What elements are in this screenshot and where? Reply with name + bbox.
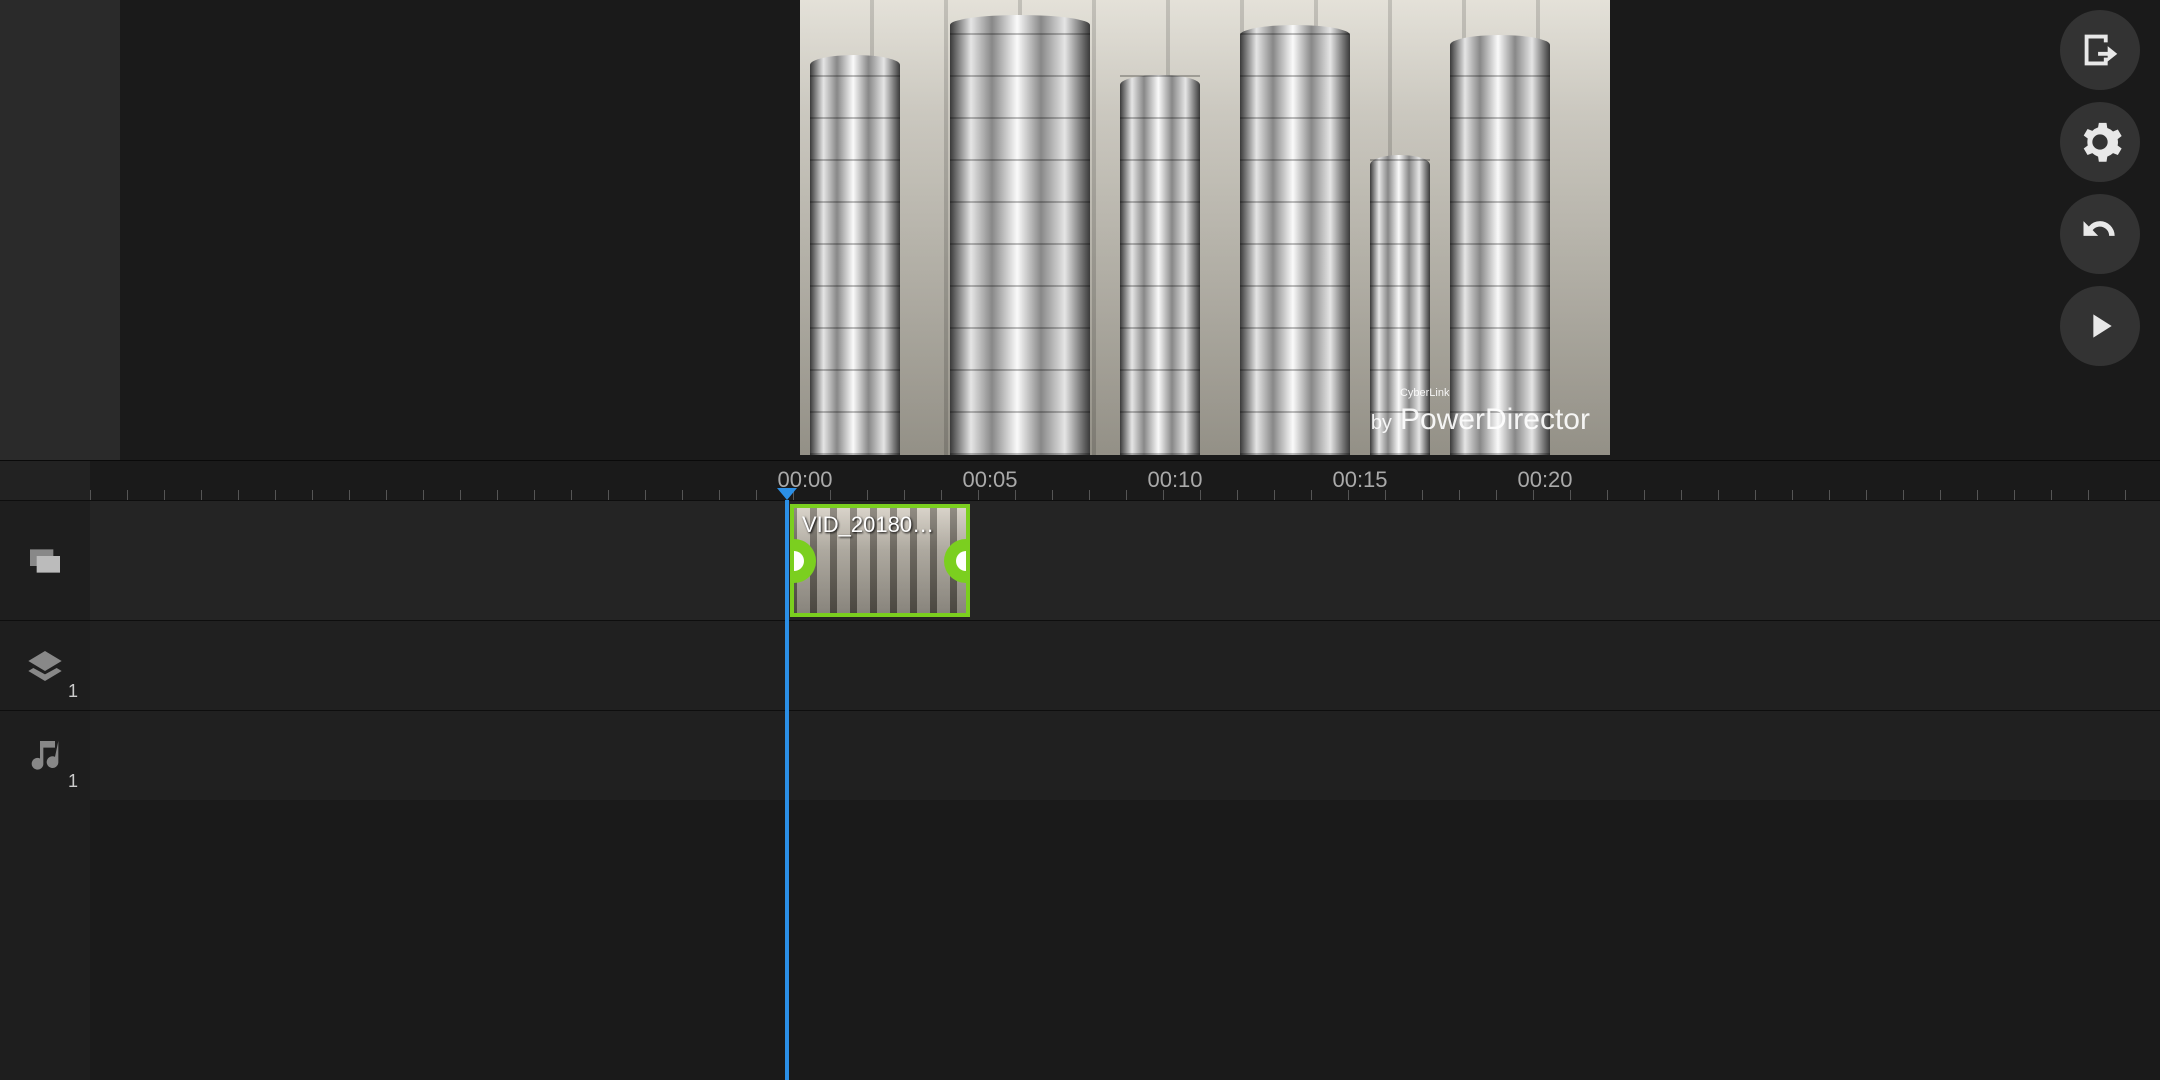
- preview-content: [1450, 35, 1550, 455]
- video-clip[interactable]: VID_20180…: [790, 504, 970, 617]
- track-label-audio[interactable]: 1: [0, 710, 90, 800]
- preview-area: by CyberLink PowerDirector: [120, 0, 2160, 460]
- gear-icon: [2077, 119, 2123, 165]
- watermark-by: by: [1371, 412, 1392, 435]
- watermark-cyberlink: CyberLink: [1400, 387, 1450, 399]
- ruler-time: 00:10: [1147, 467, 1202, 493]
- preview-content: [810, 55, 900, 455]
- preview-frame[interactable]: by CyberLink PowerDirector: [800, 0, 1610, 455]
- ruler-time: 00:15: [1332, 467, 1387, 493]
- playhead[interactable]: [785, 500, 789, 1080]
- preview-content: [1240, 25, 1350, 455]
- music-icon: [25, 736, 65, 776]
- export-button[interactable]: [2060, 10, 2140, 90]
- undo-button[interactable]: [2060, 194, 2140, 274]
- undo-icon: [2078, 212, 2122, 256]
- track-row-overlay[interactable]: [90, 620, 2160, 710]
- timeline-tracks: 1 1 VID_20180…: [0, 500, 2160, 1080]
- preview-content: [950, 15, 1090, 455]
- watermark: by CyberLink PowerDirector: [1371, 403, 1590, 437]
- right-toolbar: [2040, 0, 2160, 460]
- watermark-product-text: PowerDirector: [1400, 403, 1590, 436]
- track-row-video[interactable]: VID_20180…: [90, 500, 2160, 620]
- settings-button[interactable]: [2060, 102, 2140, 182]
- ruler-times: 00:00 00:05 00:10 00:15 00:20: [90, 461, 2160, 500]
- track-labels: 1 1: [0, 500, 90, 1080]
- audio-badge: 1: [68, 771, 78, 792]
- clip-name: VID_20180…: [802, 512, 934, 538]
- track-row-audio[interactable]: [90, 710, 2160, 800]
- preview-content: [1120, 75, 1200, 455]
- track-rows[interactable]: VID_20180…: [90, 500, 2160, 1080]
- ruler-time: 00:20: [1517, 467, 1572, 493]
- left-toolbar-bg: [0, 0, 120, 460]
- play-button[interactable]: [2060, 286, 2140, 366]
- layers-icon: [23, 646, 67, 686]
- media-icon: [23, 541, 67, 581]
- ruler-ticks: [90, 490, 2160, 500]
- watermark-product: CyberLink PowerDirector: [1400, 403, 1590, 437]
- play-icon: [2080, 306, 2120, 346]
- app-root: by CyberLink PowerDirector: [0, 0, 2160, 1080]
- export-film-icon: [2077, 27, 2123, 73]
- timeline-ruler[interactable]: 00:00 00:05 00:10 00:15 00:20: [0, 460, 2160, 500]
- overlay-badge: 1: [68, 681, 78, 702]
- ruler-spacer: [0, 461, 90, 500]
- ruler-time: 00:05: [962, 467, 1017, 493]
- preview-section: by CyberLink PowerDirector: [0, 0, 2160, 460]
- track-label-video[interactable]: [0, 500, 90, 620]
- track-label-overlay[interactable]: 1: [0, 620, 90, 710]
